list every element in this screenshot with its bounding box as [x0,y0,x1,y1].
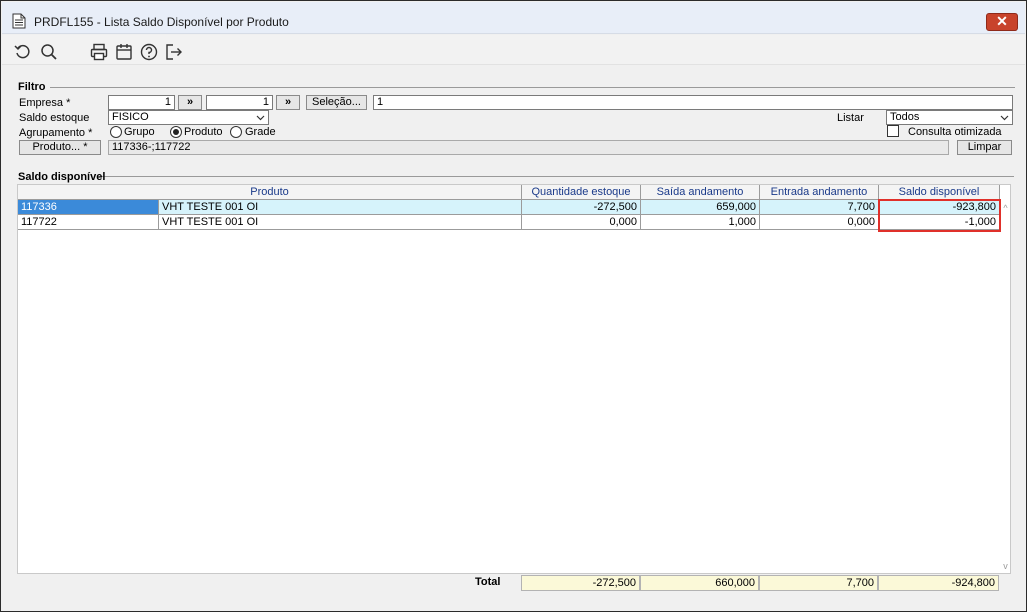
total-saldo: -924,800 [878,575,999,591]
product-name-cell[interactable]: VHT TESTE 001 OI [159,215,522,230]
product-code-cell[interactable]: 117722 [18,215,159,230]
table-row[interactable]: 117722 VHT TESTE 001 OI 0,000 1,000 0,00… [18,215,1000,230]
listar-label: Listar [837,112,864,124]
product-code-cell[interactable]: 117336 [18,200,159,215]
calendar-icon[interactable] [115,43,133,61]
radio-produto[interactable] [170,126,182,138]
radio-grupo-label: Grupo [124,126,155,138]
search-icon[interactable] [40,43,58,61]
quantidade-cell[interactable]: -272,500 [522,200,641,215]
produto-button[interactable]: Produto... * [19,140,101,155]
product-name-cell[interactable]: VHT TESTE 001 OI [159,200,522,215]
produto-input[interactable]: 117336-;117722 [108,140,949,155]
title-bar: PRDFL155 - Lista Saldo Disponível por Pr… [2,2,1025,34]
saida-cell[interactable]: 1,000 [641,215,760,230]
refresh-icon[interactable] [14,43,32,61]
col-header-produto[interactable]: Produto [18,185,522,200]
chevron-down-icon [1000,115,1009,121]
saldo-divider [99,176,1014,177]
saldo-estoque-value: FISICO [112,111,149,123]
print-icon[interactable] [90,43,108,61]
saldo-estoque-select[interactable]: FISICO [108,110,269,125]
chevron-down-icon [256,115,265,121]
table-row[interactable]: 117336 VHT TESTE 001 OI -272,500 659,000… [18,200,1000,215]
scroll-up-icon[interactable]: ^ [1000,203,1011,213]
empresa-label: Empresa * [19,97,71,109]
help-icon[interactable] [140,43,158,61]
empresa-from-input[interactable]: 1 [108,95,175,110]
scroll-down-icon[interactable]: v [1000,561,1011,571]
total-saida: 660,000 [640,575,759,591]
quantidade-cell[interactable]: 0,000 [522,215,641,230]
exit-icon[interactable] [165,43,183,61]
selecao-button[interactable]: Seleção... [306,95,367,110]
entrada-cell[interactable]: 7,700 [760,200,879,215]
listar-select[interactable]: Todos [886,110,1013,125]
saida-cell[interactable]: 659,000 [641,200,760,215]
empresa-to-lookup-button[interactable]: » [276,95,300,110]
radio-produto-label: Produto [184,126,223,138]
toolbar [2,35,1025,65]
selecao-input[interactable]: 1 [373,95,1013,110]
col-header-saldo-disponivel[interactable]: Saldo disponível [879,185,1000,200]
listar-value: Todos [890,111,920,123]
col-header-quantidade-estoque[interactable]: Quantidade estoque [522,185,641,200]
saldo-cell[interactable]: -1,000 [879,215,1000,230]
limpar-button[interactable]: Limpar [957,140,1012,155]
filter-divider [50,87,1015,88]
close-button[interactable]: ✕ [986,13,1018,31]
empresa-to-input[interactable]: 1 [206,95,273,110]
entrada-cell[interactable]: 0,000 [760,215,879,230]
saldo-legend: Saldo disponível [18,171,106,183]
filter-legend: Filtro [18,81,46,93]
consulta-otimizada-label: Consulta otimizada [908,126,1002,138]
radio-grade[interactable] [230,126,242,138]
radio-grade-label: Grade [245,126,276,138]
total-entrada: 7,700 [759,575,878,591]
saldo-estoque-label: Saldo estoque [19,112,90,124]
app-window: PRDFL155 - Lista Saldo Disponível por Pr… [0,0,1027,612]
document-icon [12,13,26,29]
consulta-otimizada-checkbox[interactable] [887,125,899,137]
saldo-grid: Produto Quantidade estoque Saída andamen… [17,184,1011,574]
radio-grupo[interactable] [110,126,122,138]
agrupamento-label: Agrupamento * [19,127,93,139]
saldo-cell[interactable]: -923,800 [879,200,1000,215]
col-header-entrada-andamento[interactable]: Entrada andamento [760,185,879,200]
window-title: PRDFL155 - Lista Saldo Disponível por Pr… [34,15,289,29]
total-quantidade: -272,500 [521,575,640,591]
col-header-saida-andamento[interactable]: Saída andamento [641,185,760,200]
filter-panel: Filtro Empresa * 1 » 1 » Seleção... 1 Sa… [2,66,1025,170]
empresa-from-lookup-button[interactable]: » [178,95,202,110]
total-label: Total [475,576,501,588]
